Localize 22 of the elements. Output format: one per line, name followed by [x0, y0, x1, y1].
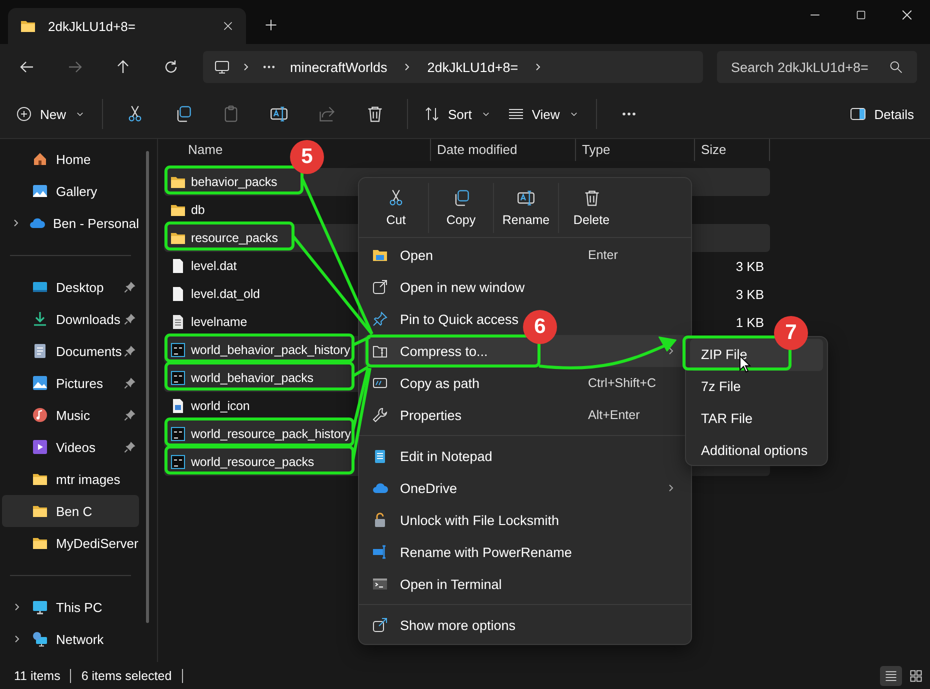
file-name: world_resource_pack_history	[191, 427, 351, 441]
file-name: level.dat_old	[191, 287, 260, 301]
file-name: world_behavior_packs	[191, 371, 314, 385]
file-name: behavior_packs	[191, 175, 278, 189]
shortcut-text: Alt+Enter	[588, 408, 640, 422]
file-name: level.dat	[191, 259, 237, 273]
file-name: levelname	[191, 315, 248, 329]
file-name: world_behavior_pack_history	[191, 343, 350, 357]
step-badge: 5	[290, 140, 324, 174]
file-name: resource_packs	[191, 231, 278, 245]
file-size: 1 KB	[736, 314, 764, 330]
shortcut-text: Ctrl+Shift+C	[588, 376, 656, 390]
file-name: world_resource_packs	[191, 455, 314, 469]
step-badge: 7	[774, 316, 808, 350]
file-name: db	[191, 203, 205, 217]
file-size: 3 KB	[736, 258, 764, 274]
file-size: 3 KB	[736, 286, 764, 302]
shortcut-text: Enter	[588, 248, 618, 262]
item-count: 11 items	[14, 668, 60, 682]
tab-title: 2dkJkLU1d+8=	[48, 18, 136, 34]
selection-count: 6 items selected	[81, 668, 172, 682]
file-name: world_icon	[191, 399, 250, 413]
